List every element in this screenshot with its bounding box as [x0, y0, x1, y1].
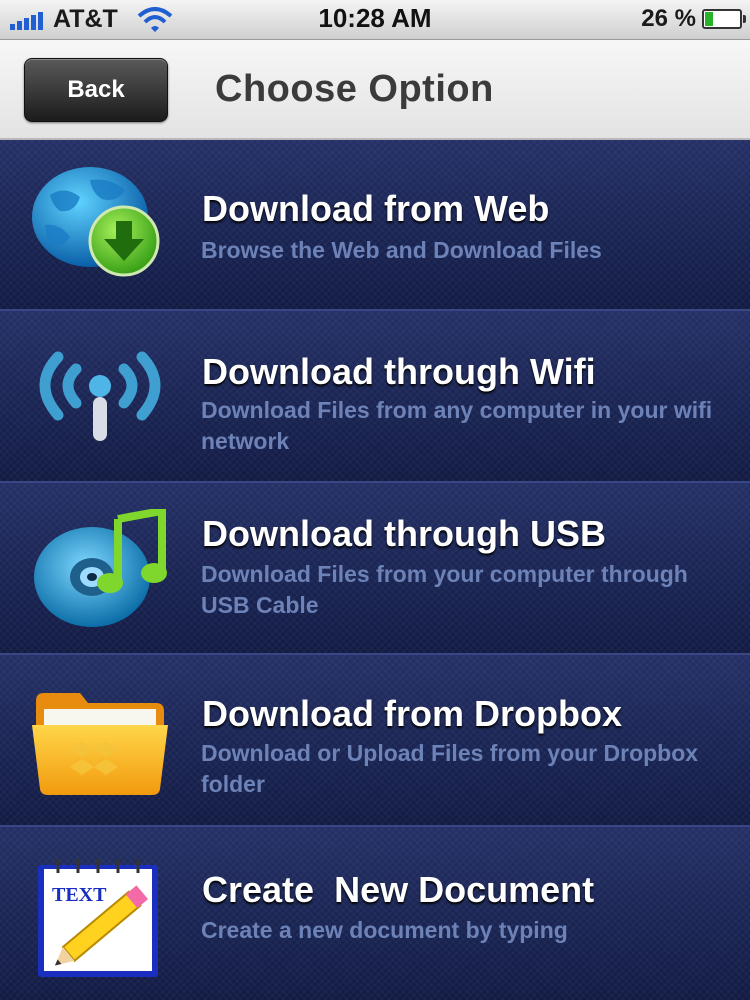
battery-fill [705, 12, 713, 26]
option-title: Download from Dropbox [202, 693, 622, 734]
options-list: Download from Web Browse the Web and Dow… [0, 140, 750, 1000]
option-download-usb[interactable]: Download through USB Download Files from… [0, 483, 750, 655]
option-description: Download Files from your computer throug… [201, 561, 688, 618]
option-description: Browse the Web and Download Files [201, 237, 602, 263]
option-description: Download Files from any computer in your… [201, 397, 713, 454]
back-button[interactable]: Back [24, 58, 168, 122]
wifi-antenna-icon [39, 351, 161, 441]
navigation-bar: Back Choose Option [0, 40, 750, 140]
clock: 10:28 AM [318, 3, 432, 33]
status-bar: AT&T 10:28 AM 26 % [0, 0, 750, 40]
option-download-wifi[interactable]: Download through Wifi Download Files fro… [0, 311, 750, 483]
option-title: Download through USB [202, 513, 606, 554]
dropbox-folder-icon [32, 693, 168, 795]
option-description: Download or Upload Files from your Dropb… [201, 740, 699, 797]
option-description: Create a new document by typing [201, 917, 568, 943]
option-title: Create New Document [202, 869, 595, 910]
option-create-document[interactable]: TEXT Create New Document Create a new do… [0, 827, 750, 1000]
battery-icon [702, 9, 746, 29]
notepad-text-label: TEXT [52, 884, 107, 906]
text-notepad-icon: TEXT [38, 859, 158, 977]
music-disc-icon [34, 509, 167, 627]
battery-percent: 26 % [641, 5, 696, 32]
option-title: Download through Wifi [202, 351, 596, 392]
option-download-web[interactable]: Download from Web Browse the Web and Dow… [0, 140, 750, 311]
option-title: Download from Web [202, 188, 550, 229]
option-download-dropbox[interactable]: Download from Dropbox Download or Upload… [0, 655, 750, 827]
page-title: Choose Option [215, 68, 494, 110]
globe-download-icon [32, 167, 160, 277]
status-right: 26 % [641, 5, 746, 33]
